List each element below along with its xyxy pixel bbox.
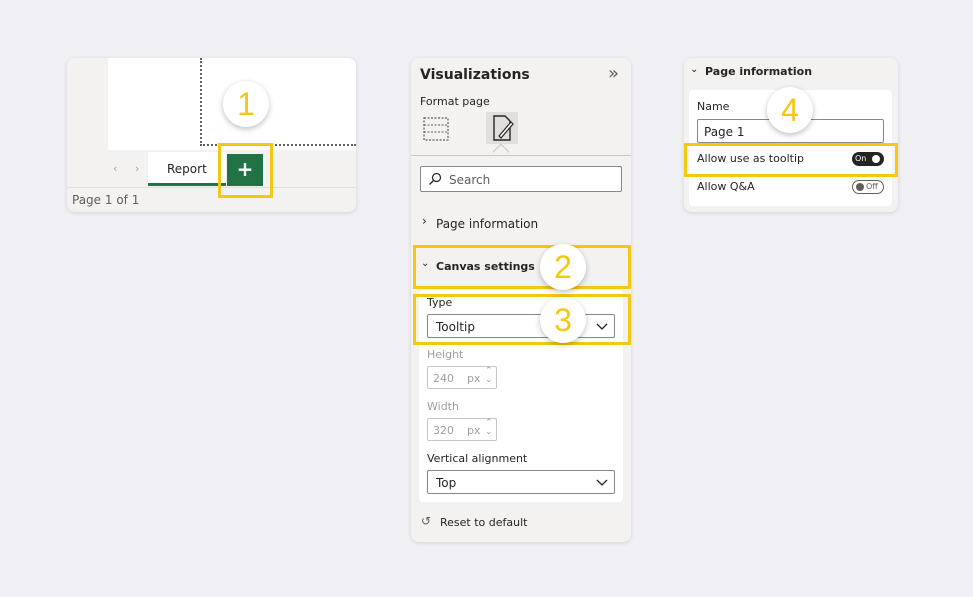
width-value: 320 [433, 424, 454, 437]
height-stepper[interactable]: 240 px ⌃ ⌄ [427, 366, 497, 389]
dropdown-chevron-icon [596, 479, 608, 486]
height-value: 240 [433, 372, 454, 385]
pane-divider [411, 155, 631, 156]
visualizations-pane: Visualizations » Format page Search › Pa… [411, 58, 631, 542]
qa-toggle-state: Off [866, 182, 878, 191]
step-badge-3: 3 [540, 297, 586, 343]
search-icon [429, 172, 442, 185]
canvas-settings-label: Canvas settings [436, 260, 535, 273]
tooltip-toggle[interactable]: On [852, 152, 884, 166]
name-label: Name [697, 100, 730, 113]
tooltip-toggle-state: On [855, 154, 867, 163]
chevron-right-icon: › [422, 214, 427, 228]
page-information-card: ⌄ Page information Name Page 1 Allow use… [684, 58, 898, 212]
type-value: Tooltip [436, 320, 475, 334]
width-label: Width [427, 400, 459, 413]
search-input[interactable]: Search [420, 166, 622, 192]
pane-title: Visualizations [420, 67, 530, 83]
chevron-down-icon: ⌄ [690, 64, 699, 75]
undo-icon: ↺ [421, 514, 432, 528]
type-label: Type [427, 296, 453, 309]
format-page-icon[interactable] [486, 112, 518, 144]
build-visual-icon[interactable] [423, 117, 449, 141]
step-badge-2: 2 [540, 244, 586, 290]
dropdown-chevron-icon [596, 323, 608, 330]
chevron-down-icon: ⌄ [421, 258, 430, 269]
canvas-settings-section[interactable]: ⌄ Canvas settings [420, 257, 620, 277]
tab-report[interactable]: Report [148, 152, 226, 186]
step-badge-4: 4 [767, 87, 813, 133]
page-information-title: Page information [705, 65, 813, 78]
tooltip-label: Allow use as tooltip [697, 152, 804, 165]
stepper-down-icon[interactable]: ⌄ [485, 427, 493, 437]
reset-to-default-button[interactable]: ↺ Reset to default [420, 514, 580, 532]
qa-toggle[interactable]: Off [852, 180, 884, 194]
plus-icon: + [236, 157, 254, 181]
height-unit: px [467, 372, 481, 385]
search-placeholder: Search [449, 173, 491, 187]
page-information-section[interactable]: › Page information [420, 214, 620, 234]
vertical-alignment-dropdown[interactable]: Top [427, 470, 615, 494]
vertical-alignment-label: Vertical alignment [427, 452, 528, 465]
status-bar-divider [67, 187, 356, 188]
collapse-pane-icon[interactable]: » [608, 63, 619, 84]
stepper-down-icon[interactable]: ⌄ [485, 375, 493, 385]
width-stepper[interactable]: 320 px ⌃ ⌄ [427, 418, 497, 441]
width-unit: px [467, 424, 481, 437]
tab-nav-next[interactable]: › [135, 162, 139, 175]
add-page-button[interactable]: + [227, 154, 263, 186]
tab-indicator-notch [492, 143, 510, 161]
height-label: Height [427, 348, 464, 361]
report-tabs-panel: ‹ › Report + Page 1 of 1 [67, 58, 356, 212]
toggle-knob [872, 155, 880, 163]
format-page-label: Format page [420, 95, 490, 108]
step-badge-1: 1 [223, 81, 269, 127]
qa-label: Allow Q&A [697, 180, 755, 193]
canvas-settings-body: Type Tooltip Height 240 px ⌃ ⌄ Width 320… [419, 290, 623, 502]
vertical-alignment-value: Top [436, 476, 457, 490]
tab-nav-prev[interactable]: ‹ [113, 162, 117, 175]
page-information-label: Page information [436, 217, 539, 231]
tab-report-label: Report [167, 162, 207, 176]
type-dropdown[interactable]: Tooltip [427, 314, 615, 338]
reset-label: Reset to default [440, 516, 528, 529]
name-value: Page 1 [704, 125, 745, 139]
toggle-knob [856, 183, 864, 191]
page-status: Page 1 of 1 [72, 193, 140, 207]
